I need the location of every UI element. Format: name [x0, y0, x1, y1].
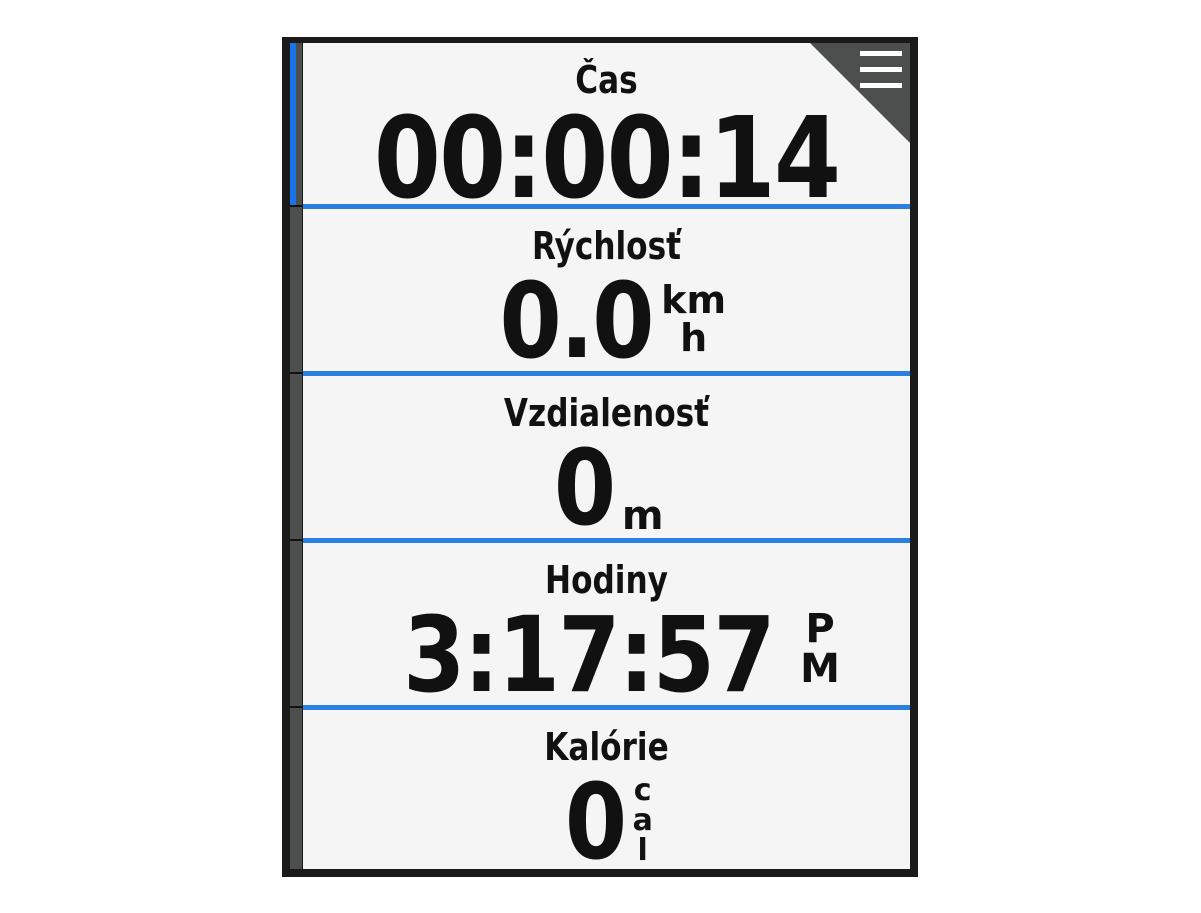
- scroll-segment-divider: [290, 372, 302, 374]
- unit-label: m: [622, 496, 664, 536]
- field-value: 3:17:57: [403, 594, 775, 716]
- unit-part: P: [805, 606, 835, 652]
- field-value: 0: [565, 761, 627, 869]
- unit-part: h: [680, 316, 708, 360]
- unit-part: l: [637, 833, 648, 868]
- data-field-time[interactable]: Čas 00:00:14: [303, 43, 910, 215]
- unit-part: km: [661, 278, 727, 322]
- unit-part: m: [621, 493, 664, 539]
- field-value: 00:00:14: [373, 94, 841, 224]
- data-field-distance[interactable]: Vzdialenosť 0 m: [303, 376, 910, 549]
- field-value: 0.0: [499, 260, 654, 382]
- scroll-segment-divider: [290, 706, 302, 708]
- data-screen: Čas 00:00:14 Rýchlosť 0.0 km h Vzdialeno…: [303, 43, 910, 869]
- data-field-clock[interactable]: Hodiny 3:17:57 P M: [303, 543, 910, 716]
- unit-label: km h: [661, 281, 726, 357]
- scroll-segment-divider: [290, 205, 302, 207]
- unit-part: a: [632, 803, 653, 838]
- unit-part: M: [800, 646, 840, 692]
- unit-label: P M: [800, 609, 840, 689]
- active-page-marker: [290, 43, 296, 205]
- device-frame: Čas 00:00:14 Rýchlosť 0.0 km h Vzdialeno…: [282, 37, 918, 877]
- data-field-speed[interactable]: Rýchlosť 0.0 km h: [303, 209, 910, 382]
- unit-part: c: [633, 773, 652, 808]
- unit-label: c a l: [633, 776, 653, 866]
- data-field-calories[interactable]: Kalórie 0 c a l: [303, 710, 910, 869]
- scroll-segment-divider: [290, 539, 302, 541]
- field-value: 0: [554, 427, 616, 549]
- page-scroll-indicator: [290, 43, 302, 869]
